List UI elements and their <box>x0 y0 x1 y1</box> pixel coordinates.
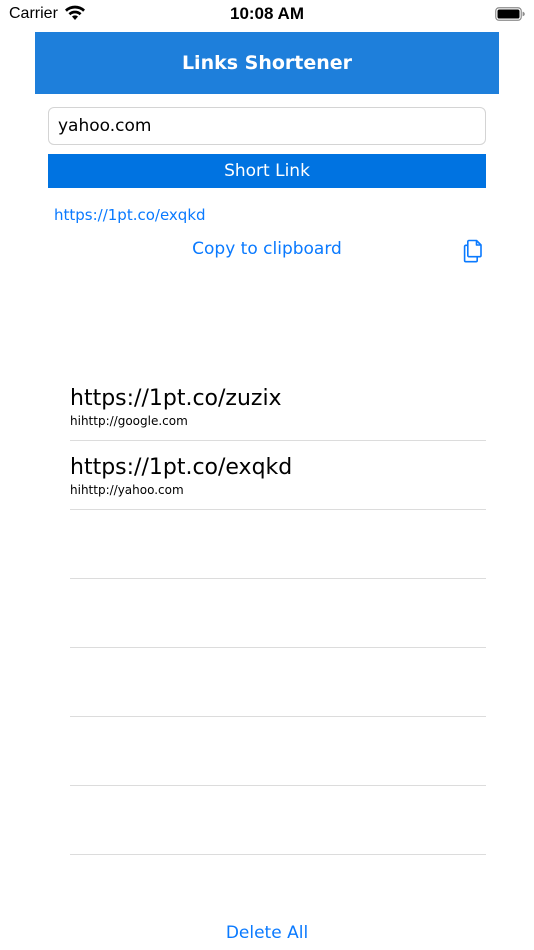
history-list: https://1pt.co/zuzix hihttp://google.com… <box>70 372 486 855</box>
battery-icon <box>495 7 525 21</box>
short-link-button[interactable]: Short Link <box>48 154 486 188</box>
status-bar: Carrier 10:08 AM <box>0 0 534 30</box>
list-item-empty[interactable] <box>70 717 486 786</box>
list-item[interactable]: https://1pt.co/exqkd hihttp://yahoo.com <box>70 441 486 510</box>
list-item-empty[interactable] <box>70 648 486 717</box>
list-item-short-link: https://1pt.co/zuzix <box>70 386 282 411</box>
copy-to-clipboard-button[interactable]: Copy to clipboard <box>167 239 367 259</box>
header-title: Links Shortener <box>181 52 353 74</box>
list-item-empty[interactable] <box>70 579 486 648</box>
list-item-original-link: hihttp://yahoo.com <box>70 483 184 497</box>
list-item-empty[interactable] <box>70 510 486 579</box>
list-item[interactable]: https://1pt.co/zuzix hihttp://google.com <box>70 372 486 441</box>
delete-all-button[interactable]: Delete All <box>0 923 534 943</box>
clock: 10:08 AM <box>229 4 304 23</box>
copy-documents-icon[interactable] <box>462 238 486 264</box>
list-item-original-link: hihttp://google.com <box>70 414 188 428</box>
short-link-result[interactable]: https://1pt.co/exqkd <box>54 206 206 224</box>
app-header: Links Shortener <box>35 32 499 94</box>
url-input[interactable] <box>48 107 486 145</box>
list-item-short-link: https://1pt.co/exqkd <box>70 455 293 480</box>
list-item-empty[interactable] <box>70 786 486 855</box>
